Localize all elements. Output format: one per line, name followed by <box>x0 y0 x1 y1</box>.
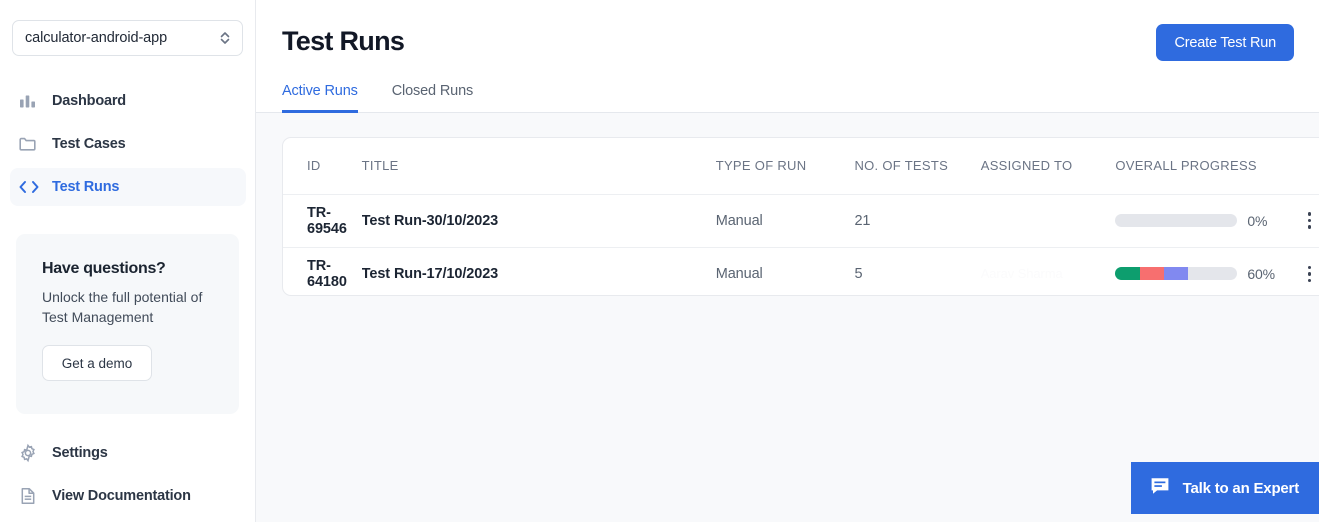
assigned-to-value: Aarav Sharma <box>981 266 1063 281</box>
sidebar-item-settings[interactable]: Settings <box>10 434 246 472</box>
cell-actions <box>1300 194 1319 247</box>
cell-actions <box>1300 247 1319 296</box>
sidebar-nav: Dashboard Test Cases Test Runs <box>10 82 246 211</box>
column-header-actions <box>1300 138 1319 194</box>
cell-id: TR-64180 <box>283 247 362 296</box>
cell-type-of-run: Manual <box>716 194 855 247</box>
sidebar-item-label: View Documentation <box>52 488 191 504</box>
cell-id: TR-69546 <box>283 194 362 247</box>
cell-assigned-to: Aarav Sharma <box>981 247 1116 296</box>
get-a-demo-button[interactable]: Get a demo <box>42 345 152 381</box>
tab-closed-runs[interactable]: Closed Runs <box>392 83 473 113</box>
tab-bar: Active Runs Closed Runs <box>282 83 473 113</box>
main-content: Test Runs Create Test Run Active Runs Cl… <box>256 0 1319 522</box>
progress-bar <box>1115 267 1237 280</box>
up-down-chevron-icon <box>218 29 232 47</box>
cell-overall-progress: 0% <box>1115 194 1299 247</box>
column-header-assigned-to[interactable]: ASSIGNED TO <box>981 138 1116 194</box>
cell-assigned-to <box>981 194 1116 247</box>
table-header: ID TITLE TYPE OF RUN NO. OF TESTS ASSIGN… <box>283 138 1319 194</box>
promo-body-line1: Unlock the full potential <box>42 289 187 305</box>
test-runs-table: ID TITLE TYPE OF RUN NO. OF TESTS ASSIGN… <box>283 138 1319 296</box>
sidebar-item-label: Test Cases <box>52 136 126 152</box>
page-header: Test Runs Create Test Run Active Runs Cl… <box>256 0 1319 113</box>
sidebar-item-dashboard[interactable]: Dashboard <box>10 82 246 120</box>
test-runs-table-card: ID TITLE TYPE OF RUN NO. OF TESTS ASSIGN… <box>282 137 1319 296</box>
promo-card: Have questions? Unlock the full potentia… <box>16 234 239 414</box>
cell-title: Test Run-30/10/2023 <box>362 194 716 247</box>
cell-no-of-tests: 5 <box>854 247 980 296</box>
progress-percent: 0% <box>1247 213 1267 229</box>
chat-message-icon <box>1149 475 1171 501</box>
project-selector-value: calculator-android-app <box>25 30 218 46</box>
table-header-row: ID TITLE TYPE OF RUN NO. OF TESTS ASSIGN… <box>283 138 1319 194</box>
column-header-type-of-run[interactable]: TYPE OF RUN <box>716 138 855 194</box>
project-selector[interactable]: calculator-android-app <box>12 20 243 56</box>
code-brackets-icon <box>18 178 46 196</box>
table-row[interactable]: TR-64180 Test Run-17/10/2023 Manual 5 Aa… <box>283 247 1319 296</box>
create-test-run-button[interactable]: Create Test Run <box>1156 24 1294 61</box>
progress-percent: 60% <box>1247 266 1275 282</box>
bar-chart-icon <box>18 92 46 111</box>
sidebar-item-label: Dashboard <box>52 93 126 109</box>
talk-to-an-expert-label: Talk to an Expert <box>1183 480 1299 497</box>
folder-icon <box>18 134 46 154</box>
sidebar: calculator-android-app Dashboard <box>0 0 256 522</box>
app-root: calculator-android-app Dashboard <box>0 0 1319 522</box>
document-icon <box>18 486 46 506</box>
column-header-id[interactable]: ID <box>283 138 362 194</box>
kebab-menu-icon[interactable] <box>1300 266 1319 283</box>
tab-active-runs[interactable]: Active Runs <box>282 83 358 113</box>
page-title: Test Runs <box>282 26 404 57</box>
sidebar-bottom-nav: Settings View Documentation <box>10 434 246 520</box>
sidebar-item-test-cases[interactable]: Test Cases <box>10 125 246 163</box>
kebab-menu-icon[interactable] <box>1300 212 1319 229</box>
table-body: TR-69546 Test Run-30/10/2023 Manual 21 0… <box>283 194 1319 296</box>
column-header-title[interactable]: TITLE <box>362 138 716 194</box>
progress-bar <box>1115 214 1237 227</box>
cell-type-of-run: Manual <box>716 247 855 296</box>
table-row[interactable]: TR-69546 Test Run-30/10/2023 Manual 21 0… <box>283 194 1319 247</box>
cell-title: Test Run-17/10/2023 <box>362 247 716 296</box>
sidebar-item-label: Settings <box>52 445 108 461</box>
promo-body: Unlock the full potential of Test Manage… <box>42 287 212 327</box>
cell-overall-progress: 60% <box>1115 247 1299 296</box>
promo-heading: Have questions? <box>42 260 239 278</box>
talk-to-an-expert-button[interactable]: Talk to an Expert <box>1131 462 1319 514</box>
sidebar-item-test-runs[interactable]: Test Runs <box>10 168 246 206</box>
column-header-no-of-tests[interactable]: NO. OF TESTS <box>854 138 980 194</box>
cell-no-of-tests: 21 <box>854 194 980 247</box>
column-header-overall-progress[interactable]: OVERALL PROGRESS <box>1115 138 1299 194</box>
sidebar-item-view-documentation[interactable]: View Documentation <box>10 477 246 515</box>
sidebar-item-label: Test Runs <box>52 179 119 195</box>
gear-icon <box>18 443 46 463</box>
